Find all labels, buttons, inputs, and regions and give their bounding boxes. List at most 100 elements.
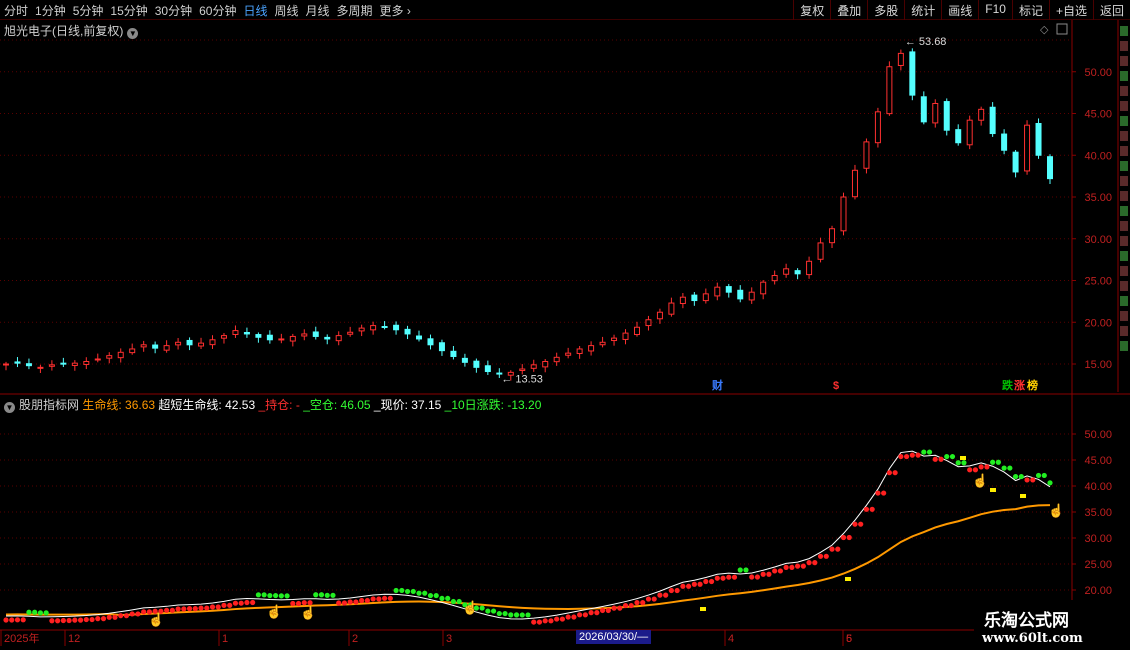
signal-bar (845, 577, 851, 581)
candle-body (94, 358, 101, 361)
candle-body (324, 336, 331, 340)
signal-dot (571, 614, 577, 620)
signal-dot (990, 459, 996, 465)
signal-dot (112, 614, 118, 620)
signal-dot (915, 452, 921, 458)
signal-dot (1035, 472, 1042, 479)
signal-dot (714, 575, 720, 581)
candle-body (553, 356, 560, 363)
side-tag (1120, 281, 1128, 291)
candle-body (71, 362, 78, 366)
signal-dot (542, 618, 548, 624)
side-tag (1120, 176, 1128, 186)
candle-body (106, 355, 113, 359)
candle-body (794, 270, 801, 275)
signal-dot (519, 612, 525, 618)
signal-dot (192, 606, 198, 612)
signal-dot (875, 490, 881, 496)
hand-pointer-icon: ☝ (1048, 502, 1064, 519)
candle-body (140, 344, 147, 348)
candle-body (966, 119, 973, 146)
candle-body (748, 291, 755, 301)
candle-body (633, 326, 640, 336)
signal-dot (255, 592, 261, 598)
signal-dot (1001, 465, 1007, 471)
watermark: 乐淘公式网 www.60lt.com (974, 600, 1130, 650)
signal-dot (129, 611, 135, 617)
signal-dot (645, 596, 652, 602)
signal-dot (926, 449, 933, 455)
candle-body (530, 364, 537, 369)
chevron-down-icon[interactable]: ▼ (4, 402, 15, 413)
signal-dot (502, 610, 508, 617)
signal-dot (674, 587, 680, 594)
candle-body (897, 52, 904, 66)
signal-dot (640, 600, 646, 606)
signal-dot (324, 592, 330, 598)
signal-dot (548, 618, 554, 624)
signal-dot (840, 534, 847, 541)
signal-dot (376, 596, 382, 602)
candle-body (438, 342, 445, 352)
signal-dot (955, 460, 961, 466)
side-tag (1120, 71, 1128, 81)
signal-dot (55, 618, 61, 624)
side-tag (1120, 236, 1128, 246)
candle-body (484, 365, 491, 373)
ind-y-tick-label: 20.00 (1084, 585, 1112, 597)
signal-dot (238, 600, 244, 606)
event-marker-2: 跌 (1002, 378, 1014, 392)
signal-dot (181, 606, 187, 612)
y-tick-label: 15.00 (1084, 359, 1112, 371)
signal-dot (697, 581, 703, 587)
signal-dot (485, 608, 491, 614)
side-tag (1120, 296, 1128, 306)
candle-body (301, 333, 308, 337)
signal-dot (806, 560, 812, 566)
signal-dot (789, 564, 795, 570)
empty-value: 46.05 (340, 398, 371, 412)
candle-body (1024, 124, 1031, 172)
candle-body (416, 335, 423, 340)
change-value: -13.20 (507, 398, 542, 412)
candle-body (232, 330, 239, 336)
signal-dot (565, 614, 571, 620)
signal-dot (846, 534, 852, 541)
candle-body (347, 331, 354, 335)
time-label-0: 2025年 (4, 631, 39, 645)
signal-dot (72, 617, 78, 623)
signal-dot (559, 616, 566, 622)
signal-dot (984, 464, 990, 470)
signal-dot (577, 612, 583, 618)
time-label-7: 6 (846, 633, 852, 645)
ultra-line-value: 42.53 (225, 398, 256, 412)
signal-dot (754, 574, 761, 580)
signal-dot (439, 595, 445, 602)
signal-dot (961, 460, 967, 466)
candle-body (3, 363, 9, 366)
signal-dot (204, 605, 210, 611)
signal-dot (123, 613, 130, 619)
empty-label: _空仓: (303, 398, 338, 412)
signal-dot (135, 611, 141, 617)
candle-body (691, 294, 698, 302)
signal-dot (427, 592, 434, 599)
kline-chart[interactable]: 50.00 45.00 40.00 35.00 30.00 25.00 20.00 15.00… (0, 0, 1130, 650)
signal-dot (3, 617, 9, 623)
candle-body (60, 362, 67, 365)
low-price-label: ← 13.53 (501, 373, 543, 385)
candle-body (978, 108, 985, 121)
signal-dot (445, 595, 451, 602)
signal-dot (743, 567, 749, 573)
side-tag (1120, 341, 1128, 351)
hand-pointer-icon: ☝ (300, 604, 316, 621)
time-label-5: 4 (728, 633, 734, 645)
candle-body (255, 334, 262, 338)
watermark-title: 乐淘公式网 (984, 611, 1069, 631)
signal-dot (100, 616, 107, 622)
candle-body (588, 345, 595, 352)
y-tick-label: 25.00 (1084, 276, 1112, 288)
candle-body (14, 361, 21, 364)
candle-body (668, 302, 675, 315)
signal-dot (433, 592, 439, 599)
